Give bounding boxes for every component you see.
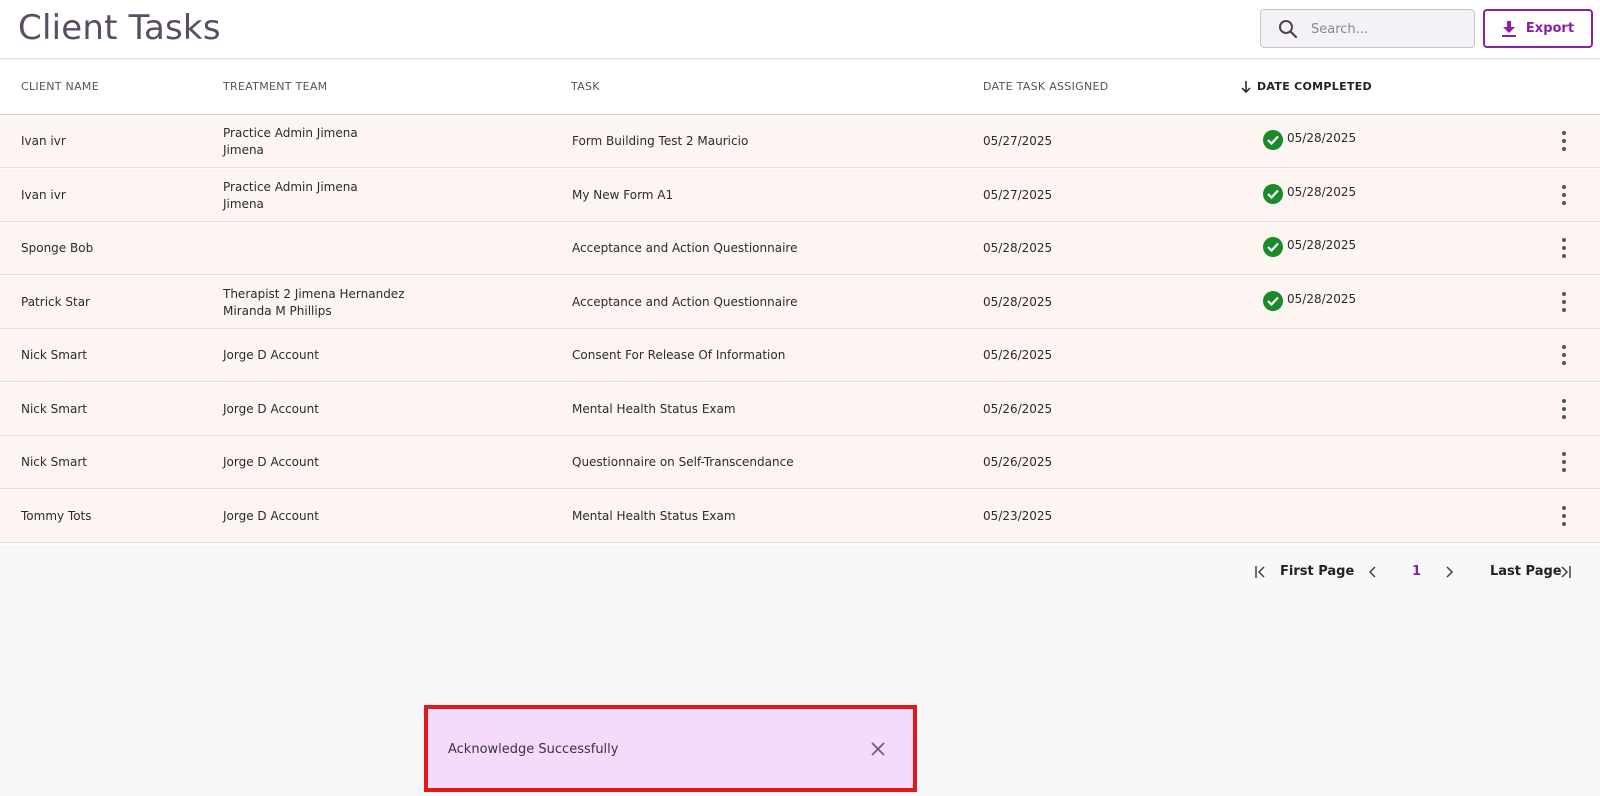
- table-row[interactable]: Sponge Bob Acceptance and Action Question…: [0, 222, 1600, 275]
- success-toast: Acknowledge Successfully: [424, 705, 917, 792]
- chevron-left-icon: [1368, 566, 1376, 578]
- search-box[interactable]: [1260, 9, 1475, 48]
- search-icon: [1279, 20, 1298, 39]
- treatment-team-member: Therapist 2 Jimena Hernandez: [223, 286, 405, 301]
- column-header-date-assigned[interactable]: DATE TASK ASSIGNED: [983, 80, 1109, 93]
- treatment-team-member: Jimena: [223, 196, 264, 211]
- treatment-team-member: Jorge D Account: [223, 508, 319, 523]
- cell-date-completed: 05/28/2025: [1287, 131, 1357, 145]
- cell-task: Questionnaire on Self-Transcendance: [572, 455, 794, 469]
- close-icon: [871, 742, 885, 756]
- cell-treatment-team: Practice Admin Jimena Jimena: [223, 179, 358, 213]
- kebab-menu-icon[interactable]: [1558, 290, 1570, 314]
- table-row[interactable]: Ivan ivr Practice Admin Jimena Jimena Form …: [0, 115, 1600, 168]
- table-row[interactable]: Nick Smart Jorge D Account Consent For Rel…: [0, 329, 1600, 382]
- first-page-icon: [1255, 566, 1265, 578]
- column-header-task[interactable]: TASK: [571, 80, 600, 93]
- close-toast-button[interactable]: [868, 739, 888, 759]
- cell-task: Form Building Test 2 Mauricio: [572, 134, 749, 148]
- tasks-table: CLIENT NAME TREATMENT TEAM TASK DATE TAS…: [0, 60, 1600, 545]
- table-row[interactable]: Patrick Star Therapist 2 Jimena Hernandez…: [0, 275, 1600, 329]
- column-header-date-completed-label: DATE COMPLETED: [1257, 80, 1372, 93]
- column-header-date-completed[interactable]: DATE COMPLETED: [1241, 80, 1372, 93]
- last-page-label: Last Page: [1490, 564, 1562, 579]
- treatment-team-member: Practice Admin Jimena: [223, 179, 358, 194]
- cell-client-name: Nick Smart: [21, 401, 87, 416]
- sort-down-arrow-icon: [1241, 80, 1251, 93]
- check-circle-icon: [1263, 237, 1283, 257]
- cell-client-name: Ivan ivr: [21, 187, 66, 202]
- cell-treatment-team: Jorge D Account: [223, 508, 319, 525]
- cell-date-completed: 05/28/2025: [1287, 291, 1357, 306]
- cell-date-assigned: 05/26/2025: [983, 401, 1053, 416]
- kebab-menu-icon[interactable]: [1558, 129, 1570, 153]
- cell-task: Mental Health Status Exam: [572, 508, 736, 523]
- table-row[interactable]: Nick Smart Jorge D Account Mental Health S…: [0, 382, 1600, 436]
- treatment-team-member: Jorge D Account: [223, 401, 319, 416]
- kebab-menu-icon[interactable]: [1558, 236, 1570, 260]
- cell-date-assigned: 05/27/2025: [983, 134, 1053, 148]
- cell-treatment-team: Jorge D Account: [223, 454, 319, 471]
- cell-date-assigned: 05/23/2025: [983, 508, 1053, 523]
- cell-treatment-team: Jorge D Account: [223, 347, 319, 364]
- cell-client-name: Ivan ivr: [21, 134, 66, 148]
- table-row[interactable]: Ivan ivr Practice Admin Jimena Jimena My Ne…: [0, 168, 1600, 222]
- kebab-menu-icon[interactable]: [1558, 343, 1570, 367]
- cell-task: My New Form A1: [572, 187, 674, 202]
- cell-treatment-team: Therapist 2 Jimena Hernandez Miranda M Ph…: [223, 286, 405, 320]
- current-page-number[interactable]: 1: [1412, 564, 1421, 579]
- check-circle-icon: [1263, 290, 1283, 311]
- cell-client-name: Patrick Star: [21, 294, 90, 309]
- download-icon: [1501, 20, 1516, 37]
- cell-date-assigned: 05/26/2025: [983, 455, 1053, 469]
- kebab-menu-icon[interactable]: [1558, 183, 1570, 207]
- table-row[interactable]: Nick Smart Jorge D Account Questionnaire o…: [0, 436, 1600, 489]
- cell-date-assigned: 05/27/2025: [983, 187, 1053, 202]
- treatment-team-member: Miranda M Phillips: [223, 303, 332, 318]
- cell-task: Mental Health Status Exam: [572, 401, 736, 416]
- cell-treatment-team: Practice Admin Jimena Jimena: [223, 125, 358, 159]
- kebab-menu-icon[interactable]: [1558, 504, 1570, 528]
- table-row[interactable]: Tommy Tots Jorge D Account Mental Health S…: [0, 489, 1600, 543]
- page-title: Client Tasks: [18, 8, 221, 48]
- export-label: Export: [1525, 21, 1575, 36]
- cell-date-assigned: 05/28/2025: [983, 294, 1053, 309]
- column-header-treatment-team[interactable]: TREATMENT TEAM: [223, 80, 327, 93]
- check-circle-icon: [1263, 183, 1283, 204]
- cell-client-name: Sponge Bob: [21, 241, 94, 255]
- cell-date-assigned: 05/26/2025: [983, 348, 1053, 362]
- last-page-icon: [1561, 566, 1571, 578]
- treatment-team-member: Jimena: [223, 143, 264, 157]
- treatment-team-member: Practice Admin Jimena: [223, 126, 358, 140]
- cell-treatment-team: Jorge D Account: [223, 401, 319, 418]
- cell-client-name: Tommy Tots: [21, 508, 92, 523]
- cell-date-completed: 05/28/2025: [1287, 238, 1357, 252]
- cell-task: Consent For Release Of Information: [572, 348, 786, 362]
- kebab-menu-icon[interactable]: [1558, 397, 1570, 421]
- first-page-label: First Page: [1280, 564, 1355, 579]
- cell-date-assigned: 05/28/2025: [983, 241, 1053, 255]
- export-button[interactable]: Export: [1483, 9, 1593, 48]
- chevron-right-icon: [1446, 566, 1454, 578]
- cell-client-name: Nick Smart: [21, 348, 87, 362]
- cell-date-completed: 05/28/2025: [1287, 184, 1357, 199]
- cell-task: Acceptance and Action Questionnaire: [572, 294, 798, 309]
- cell-client-name: Nick Smart: [21, 455, 87, 469]
- column-header-client-name[interactable]: CLIENT NAME: [21, 80, 99, 93]
- search-input[interactable]: [1311, 17, 1461, 41]
- toast-message: Acknowledge Successfully: [448, 742, 619, 757]
- cell-task: Acceptance and Action Questionnaire: [572, 241, 798, 255]
- kebab-menu-icon[interactable]: [1558, 450, 1570, 474]
- check-circle-icon: [1263, 130, 1283, 150]
- treatment-team-member: Jorge D Account: [223, 348, 319, 362]
- table-header: CLIENT NAME TREATMENT TEAM TASK DATE TAS…: [0, 60, 1600, 115]
- page-header: Client Tasks Export: [0, 0, 1600, 59]
- treatment-team-member: Jorge D Account: [223, 455, 319, 469]
